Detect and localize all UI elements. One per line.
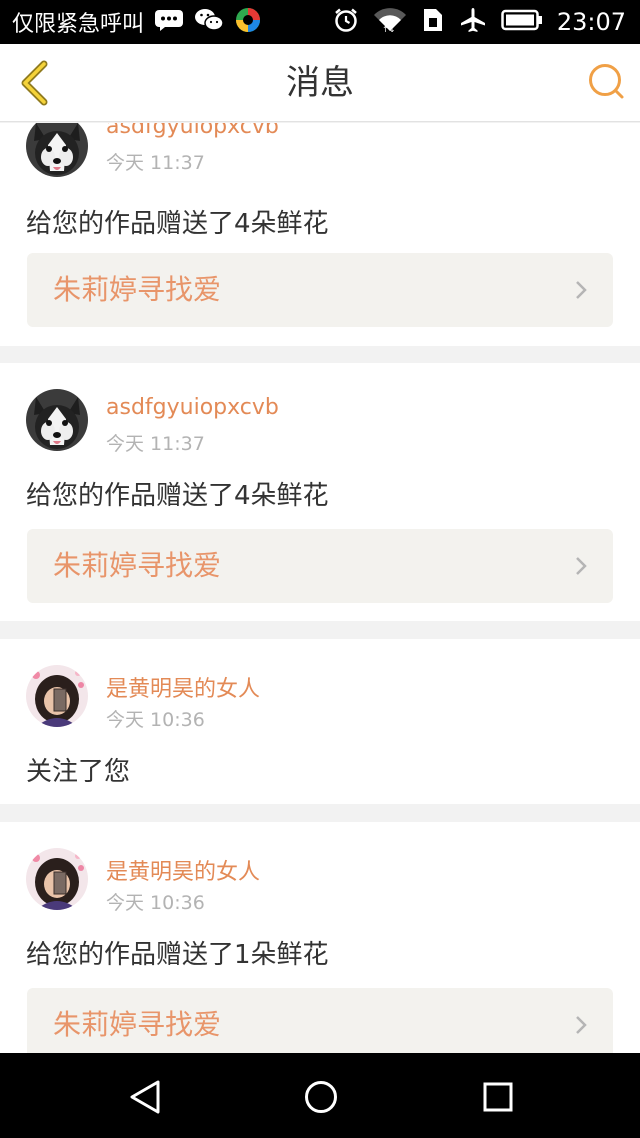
svg-text:↑↓: ↑↓ xyxy=(382,25,395,33)
message-text: 给您的作品赠送了4朵鲜花 xyxy=(26,481,329,511)
girl-avatar-image xyxy=(26,848,88,910)
message-text: 关注了您 xyxy=(26,757,131,787)
back-triangle-icon xyxy=(130,1080,160,1114)
message-text: 给您的作品赠送了1朵鲜花 xyxy=(26,940,329,970)
username[interactable]: 是黄明昊的女人 xyxy=(106,854,260,886)
status-bar: 仅限紧急呼叫 ↑↓ 23:07 xyxy=(0,0,640,44)
nav-back-button[interactable] xyxy=(123,1075,167,1119)
battery-icon xyxy=(501,9,543,35)
airplane-icon xyxy=(459,6,487,38)
work-link[interactable]: 朱莉婷寻找爱 xyxy=(27,988,613,1053)
app-header: 消息 xyxy=(0,44,640,122)
search-button[interactable] xyxy=(586,62,626,102)
message-card: asdfgyuiopxcvb 今天 11:37 给您的作品赠送了4朵鲜花 朱莉婷… xyxy=(0,123,640,346)
message-card: 是黄明昊的女人 今天 10:36 给您的作品赠送了1朵鲜花 朱莉婷寻找爱 xyxy=(0,822,640,1053)
alarm-icon xyxy=(333,7,359,37)
chevron-right-icon xyxy=(576,1016,587,1034)
system-nav-bar xyxy=(0,1053,640,1138)
sim-icon xyxy=(421,7,445,37)
message-text: 给您的作品赠送了4朵鲜花 xyxy=(26,209,329,239)
avatar[interactable] xyxy=(26,389,88,451)
app-icon xyxy=(234,6,262,38)
message-card: asdfgyuiopxcvb 今天 11:37 给您的作品赠送了4朵鲜花 朱莉婷… xyxy=(0,363,640,621)
carrier-text: 仅限紧急呼叫 xyxy=(12,12,145,37)
page-title: 消息 xyxy=(286,63,354,103)
work-link[interactable]: 朱莉婷寻找爱 xyxy=(27,529,613,603)
nav-home-button[interactable] xyxy=(299,1075,343,1119)
husky-avatar-image xyxy=(26,389,88,451)
username[interactable]: 是黄明昊的女人 xyxy=(106,671,260,703)
work-link[interactable]: 朱莉婷寻找爱 xyxy=(27,253,613,327)
search-icon xyxy=(589,64,624,99)
nav-recents-button[interactable] xyxy=(476,1075,520,1119)
wifi-icon: ↑↓ xyxy=(373,7,407,37)
timestamp: 今天 10:36 xyxy=(106,709,205,731)
avatar[interactable] xyxy=(26,123,88,177)
message-card: 是黄明昊的女人 今天 10:36 关注了您 xyxy=(0,639,640,804)
chevron-right-icon xyxy=(576,557,587,575)
timestamp: 今天 11:37 xyxy=(106,152,205,174)
username[interactable]: asdfgyuiopxcvb xyxy=(106,395,279,420)
work-title: 朱莉婷寻找爱 xyxy=(53,1008,222,1041)
husky-avatar-image xyxy=(26,123,88,177)
timestamp: 今天 10:36 xyxy=(106,892,205,914)
work-title: 朱莉婷寻找爱 xyxy=(53,273,222,306)
message-icon xyxy=(154,9,184,35)
username[interactable]: asdfgyuiopxcvb xyxy=(106,123,279,139)
recents-square-icon xyxy=(483,1082,513,1112)
avatar[interactable] xyxy=(26,848,88,910)
work-title: 朱莉婷寻找爱 xyxy=(53,549,222,582)
message-feed[interactable]: asdfgyuiopxcvb 今天 11:37 给您的作品赠送了4朵鲜花 朱莉婷… xyxy=(0,123,640,1053)
clock: 23:07 xyxy=(556,8,626,36)
chevron-right-icon xyxy=(576,281,587,299)
home-circle-icon xyxy=(305,1081,337,1113)
wechat-icon xyxy=(194,8,224,36)
girl-avatar-image xyxy=(26,665,88,727)
avatar[interactable] xyxy=(26,665,88,727)
timestamp: 今天 11:37 xyxy=(106,433,205,455)
